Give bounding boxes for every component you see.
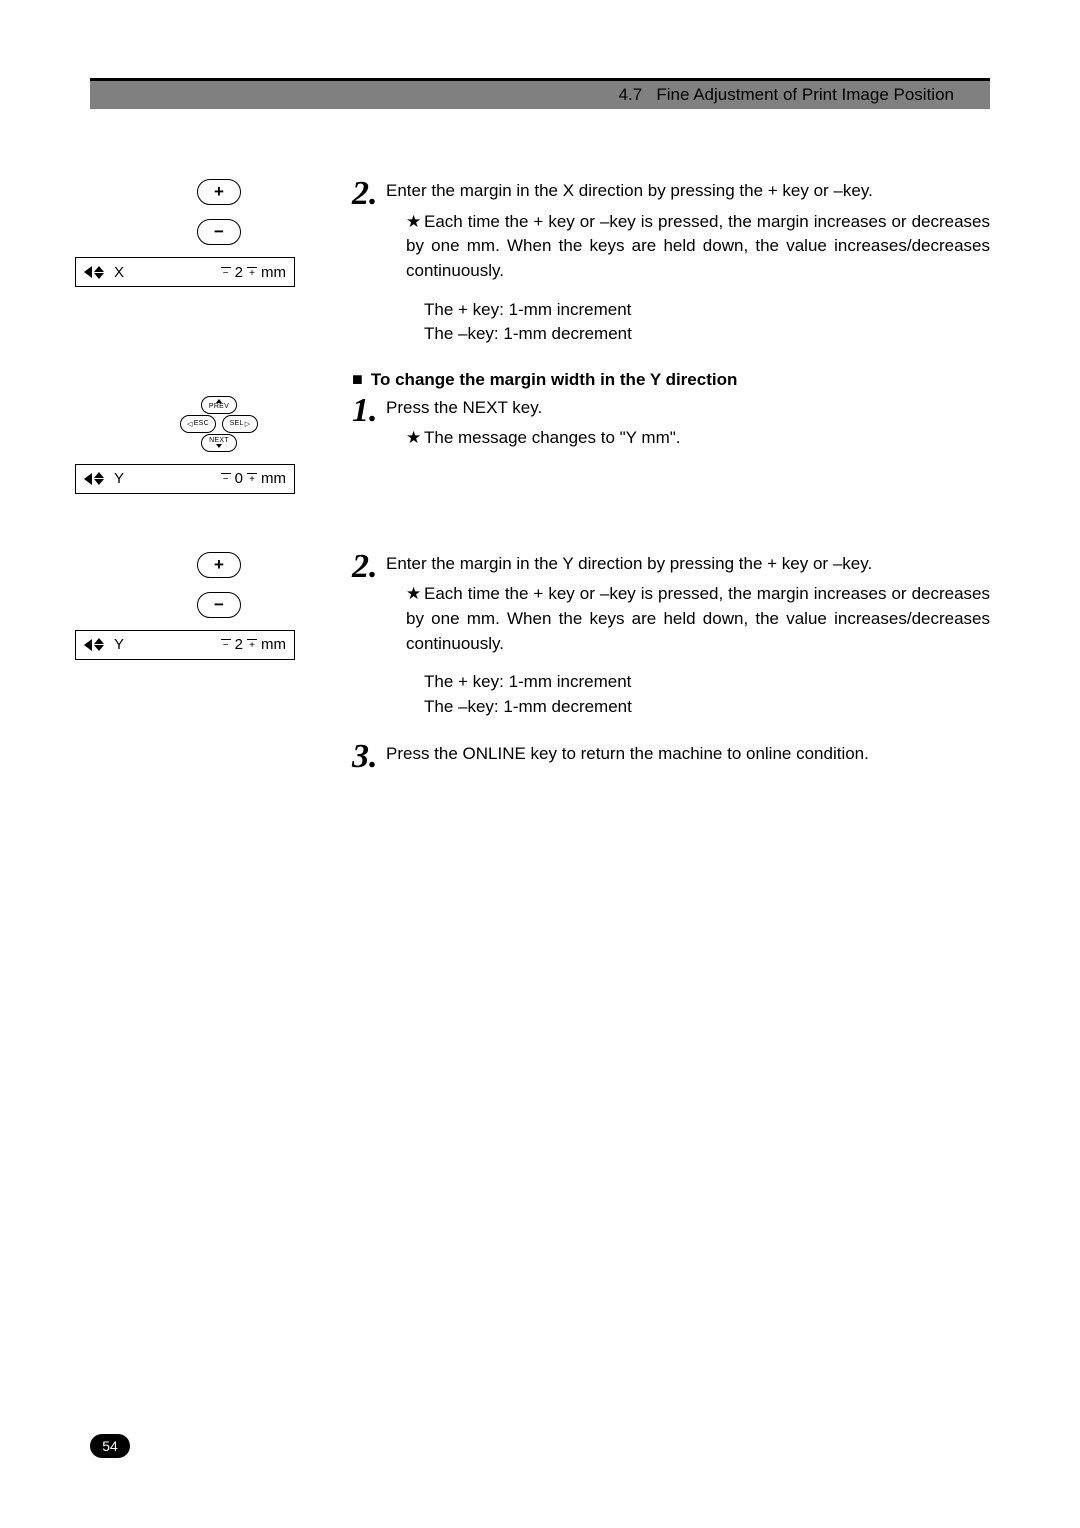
decrement-text: The –key: 1-mm decrement bbox=[424, 322, 990, 347]
page-number: 54 bbox=[90, 1434, 130, 1458]
down-triangle-icon bbox=[94, 645, 104, 651]
y-section-heading: ■To change the margin width in the Y dir… bbox=[352, 369, 990, 390]
minus-button[interactable]: − bbox=[197, 592, 241, 618]
square-bullet-icon: ■ bbox=[352, 369, 363, 389]
step-number: 1. bbox=[352, 396, 382, 426]
section-number: 4.7 bbox=[619, 85, 643, 105]
step-bullet: Each time the + key or –key is pressed, … bbox=[406, 212, 990, 280]
lcd-unit: mm bbox=[261, 636, 286, 653]
lcd-value: 0 bbox=[235, 470, 243, 487]
next-button[interactable]: NEXT bbox=[201, 434, 237, 452]
lcd-unit: mm bbox=[261, 264, 286, 281]
up-triangle-icon bbox=[94, 266, 104, 272]
section-title: Fine Adjustment of Print Image Position bbox=[656, 85, 954, 105]
step-text: Enter the margin in the Y direction by p… bbox=[386, 552, 990, 577]
down-triangle-icon bbox=[94, 273, 104, 279]
minus-button[interactable]: − bbox=[197, 219, 241, 245]
step-number: 2. bbox=[352, 552, 382, 582]
star-bullet-icon: ★ bbox=[406, 210, 424, 235]
up-triangle-icon bbox=[94, 638, 104, 644]
step-text: Enter the margin in the X direction by p… bbox=[386, 179, 990, 204]
step-number: 3. bbox=[352, 742, 382, 772]
step-bullet: Each time the + key or –key is pressed, … bbox=[406, 584, 990, 652]
increment-text: The + key: 1-mm increment bbox=[424, 298, 990, 323]
plus-minus-buttons: + − bbox=[197, 179, 241, 245]
step-text: Press the NEXT key. bbox=[386, 396, 990, 421]
plus-minus-buttons: + − bbox=[197, 552, 241, 618]
lcd-value: 2 bbox=[235, 636, 243, 653]
step-number: 2. bbox=[352, 179, 382, 209]
nav-button-cluster: PREV ESC SEL NEXT bbox=[180, 396, 258, 452]
lcd-display-x: X − 2 + mm bbox=[75, 257, 295, 287]
lcd-axis-label: Y bbox=[114, 470, 124, 487]
lcd-value: 2 bbox=[235, 264, 243, 281]
star-bullet-icon: ★ bbox=[406, 426, 424, 451]
left-triangle-icon bbox=[84, 266, 92, 278]
star-bullet-icon: ★ bbox=[406, 582, 424, 607]
up-triangle-icon bbox=[94, 472, 104, 478]
lcd-axis-label: Y bbox=[114, 636, 124, 653]
step-text: Press the ONLINE key to return the machi… bbox=[386, 742, 990, 767]
plus-button[interactable]: + bbox=[197, 552, 241, 578]
prev-button[interactable]: PREV bbox=[201, 396, 237, 414]
down-triangle-icon bbox=[94, 479, 104, 485]
header-bar: 4.7 Fine Adjustment of Print Image Posit… bbox=[90, 81, 990, 109]
lcd-display-y0: Y − 0 + mm bbox=[75, 464, 295, 494]
left-triangle-icon bbox=[84, 639, 92, 651]
lcd-axis-label: X bbox=[114, 264, 124, 281]
sel-button[interactable]: SEL bbox=[222, 415, 258, 433]
esc-button[interactable]: ESC bbox=[180, 415, 216, 433]
step-bullet: The message changes to "Y mm". bbox=[424, 428, 681, 447]
increment-text: The + key: 1-mm increment bbox=[424, 670, 990, 695]
plus-button[interactable]: + bbox=[197, 179, 241, 205]
left-triangle-icon bbox=[84, 473, 92, 485]
decrement-text: The –key: 1-mm decrement bbox=[424, 695, 990, 720]
lcd-unit: mm bbox=[261, 470, 286, 487]
lcd-display-y2: Y − 2 + mm bbox=[75, 630, 295, 660]
